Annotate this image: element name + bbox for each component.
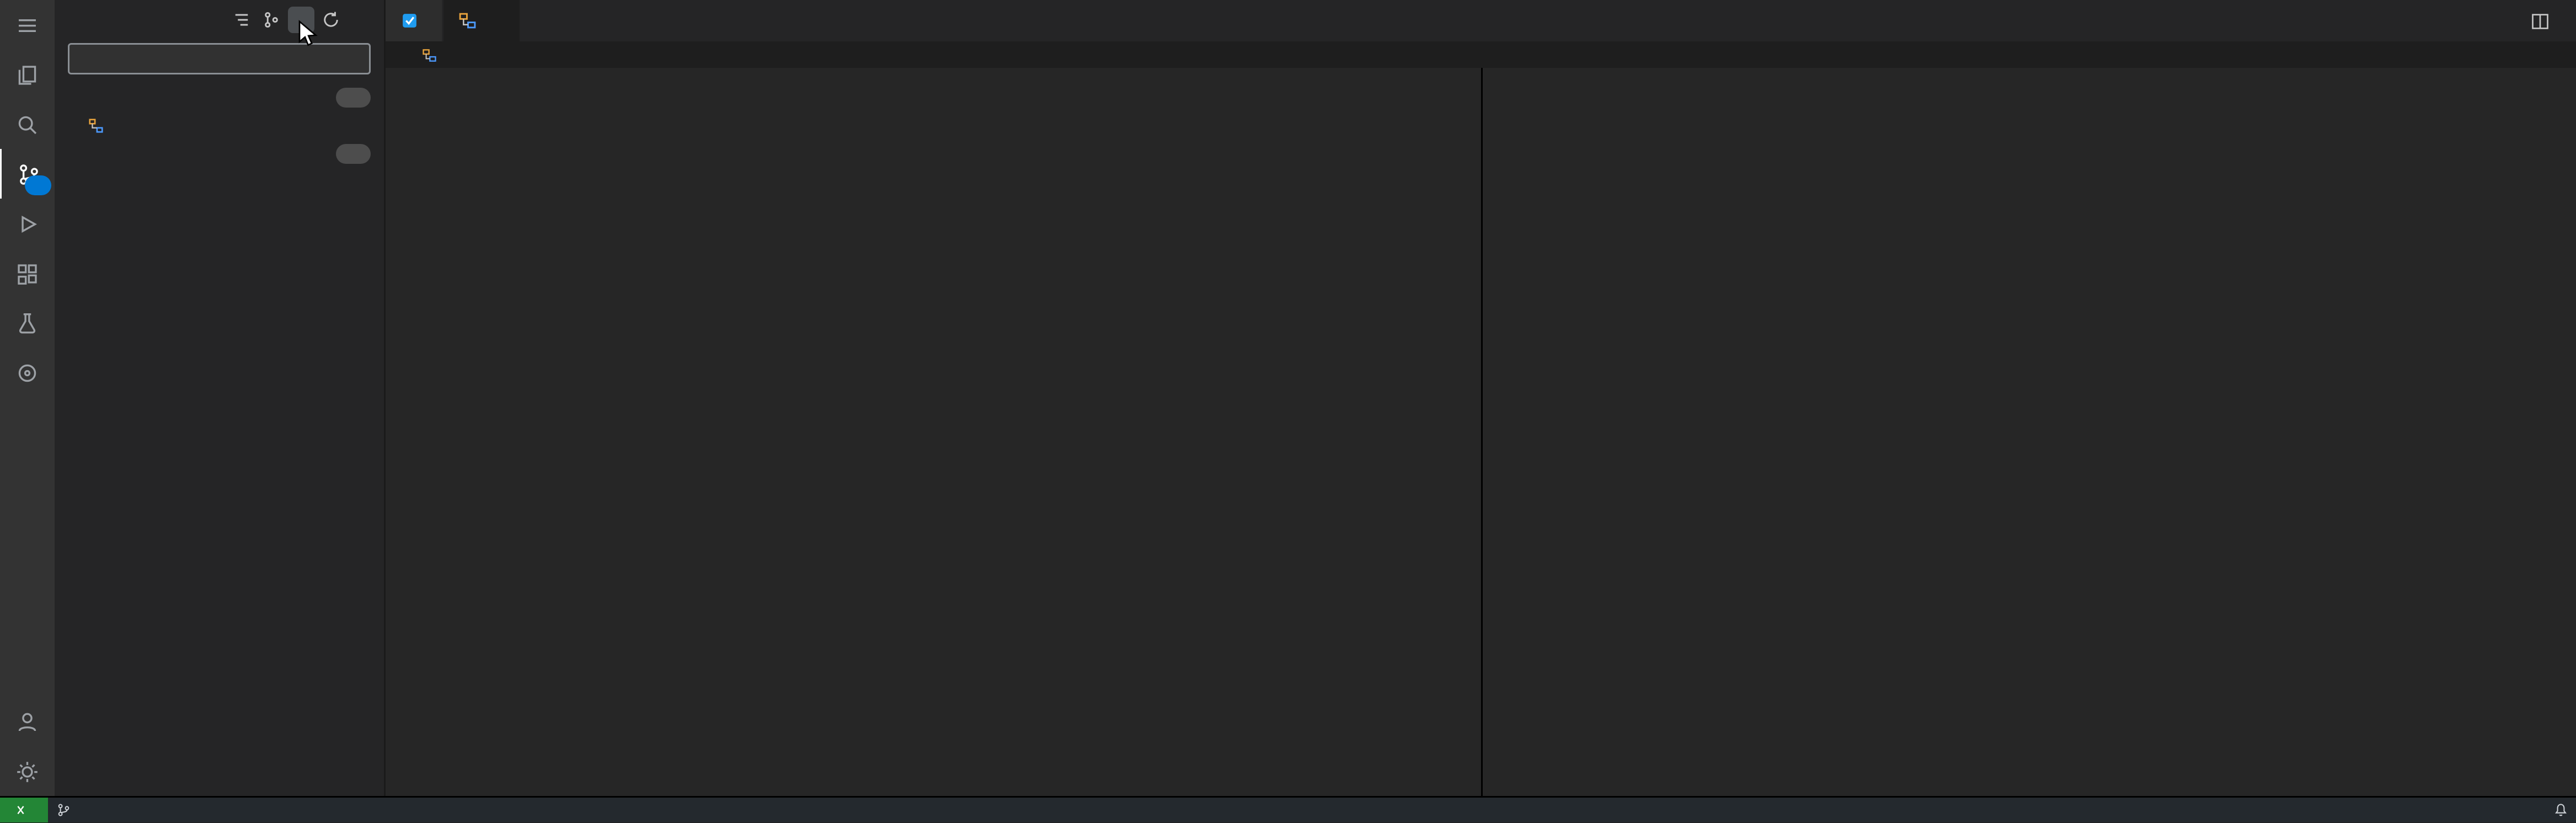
extensions-icon[interactable] [0,248,55,298]
commit-graph-icon[interactable] [258,6,285,33]
drawio-file-icon [422,47,437,62]
search-icon[interactable] [0,99,55,149]
staged-changes-section[interactable] [55,83,384,111]
drawio-file-icon [88,117,104,133]
branch-icon [56,803,71,818]
editor-area [386,0,2576,797]
layout-indicator[interactable] [2529,798,2545,823]
settings-gear-icon[interactable] [0,747,55,797]
notifications-bell[interactable] [2545,798,2576,823]
more-actions-icon[interactable] [348,6,374,33]
breadcrumb[interactable] [386,41,2576,68]
staged-count-badge [336,87,371,107]
commit-message-input[interactable] [68,43,371,74]
drawio-editor-modified [1481,68,2576,797]
welcome-tab-icon [400,12,419,30]
explorer-icon[interactable] [0,50,55,99]
remote-explorer-icon[interactable] [0,348,55,397]
bell-icon [2553,803,2568,818]
split-editor-icon[interactable] [2530,11,2550,31]
drawio-editor-readonly [386,68,1481,797]
test-icon[interactable] [0,298,55,348]
remote-icon [13,803,28,818]
branch-indicator[interactable] [48,798,89,823]
view-as-tree-icon[interactable] [228,6,255,33]
tab-bar [386,0,2576,41]
menu-icon[interactable] [0,0,55,50]
diff-row [386,68,2576,797]
scm-badge [25,175,51,195]
statusbar-spacer [121,798,2529,823]
account-icon[interactable] [0,697,55,747]
tab-diff-editor[interactable] [443,0,521,41]
changes-section[interactable] [55,139,384,167]
source-control-icon[interactable] [0,149,56,199]
source-control-sidebar [55,0,386,797]
activity-bar [0,0,55,797]
staged-file-row[interactable] [55,111,384,139]
sidebar-header [55,0,384,38]
drawio-file-icon [458,12,477,30]
remote-indicator[interactable] [0,798,48,823]
refresh-icon[interactable] [318,6,344,33]
tab-welcome[interactable] [386,0,443,41]
problems-indicator[interactable] [89,798,121,823]
run-debug-icon[interactable] [0,199,55,248]
changes-count-badge [336,143,371,163]
commit-check-icon[interactable] [288,6,314,33]
status-bar [0,797,2576,823]
vscode-window [0,0,2576,823]
main-row [0,0,2576,797]
tabbar-actions [2530,0,2576,41]
